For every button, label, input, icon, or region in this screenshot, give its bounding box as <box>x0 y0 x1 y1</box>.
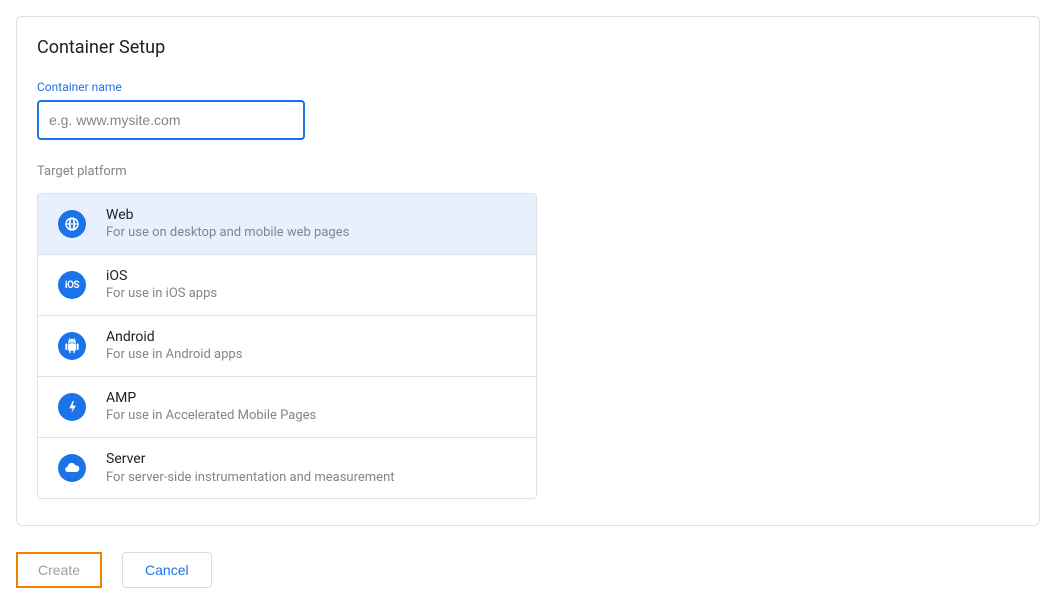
create-button[interactable]: Create <box>16 552 102 588</box>
platform-option-title: Web <box>106 206 349 224</box>
container-name-label: Container name <box>37 80 1019 94</box>
bolt-icon <box>58 393 86 421</box>
platform-option-desc: For server-side instrumentation and meas… <box>106 470 395 487</box>
platform-option-ios[interactable]: iOS iOS For use in iOS apps <box>38 254 536 315</box>
platform-option-title: Server <box>106 450 395 468</box>
platform-option-server[interactable]: Server For server-side instrumentation a… <box>38 437 536 498</box>
footer-actions: Create Cancel <box>16 552 1040 588</box>
target-platform-options: Web For use on desktop and mobile web pa… <box>37 193 537 499</box>
platform-option-desc: For use on desktop and mobile web pages <box>106 225 349 242</box>
globe-icon <box>58 210 86 238</box>
target-platform-label: Target platform <box>37 164 1019 179</box>
platform-option-desc: For use in iOS apps <box>106 286 217 303</box>
container-name-input[interactable] <box>37 100 305 140</box>
cancel-button[interactable]: Cancel <box>122 552 212 588</box>
platform-option-title: Android <box>106 328 242 346</box>
platform-option-android[interactable]: Android For use in Android apps <box>38 315 536 376</box>
platform-option-title: AMP <box>106 389 316 407</box>
platform-option-title: iOS <box>106 267 217 285</box>
cloud-icon <box>58 454 86 482</box>
android-icon <box>58 332 86 360</box>
container-setup-panel: Container Setup Container name Target pl… <box>16 16 1040 526</box>
panel-title: Container Setup <box>37 37 1019 58</box>
platform-option-amp[interactable]: AMP For use in Accelerated Mobile Pages <box>38 376 536 437</box>
platform-option-web[interactable]: Web For use on desktop and mobile web pa… <box>38 194 536 254</box>
platform-option-desc: For use in Android apps <box>106 347 242 364</box>
ios-icon: iOS <box>58 271 86 299</box>
platform-option-desc: For use in Accelerated Mobile Pages <box>106 408 316 425</box>
